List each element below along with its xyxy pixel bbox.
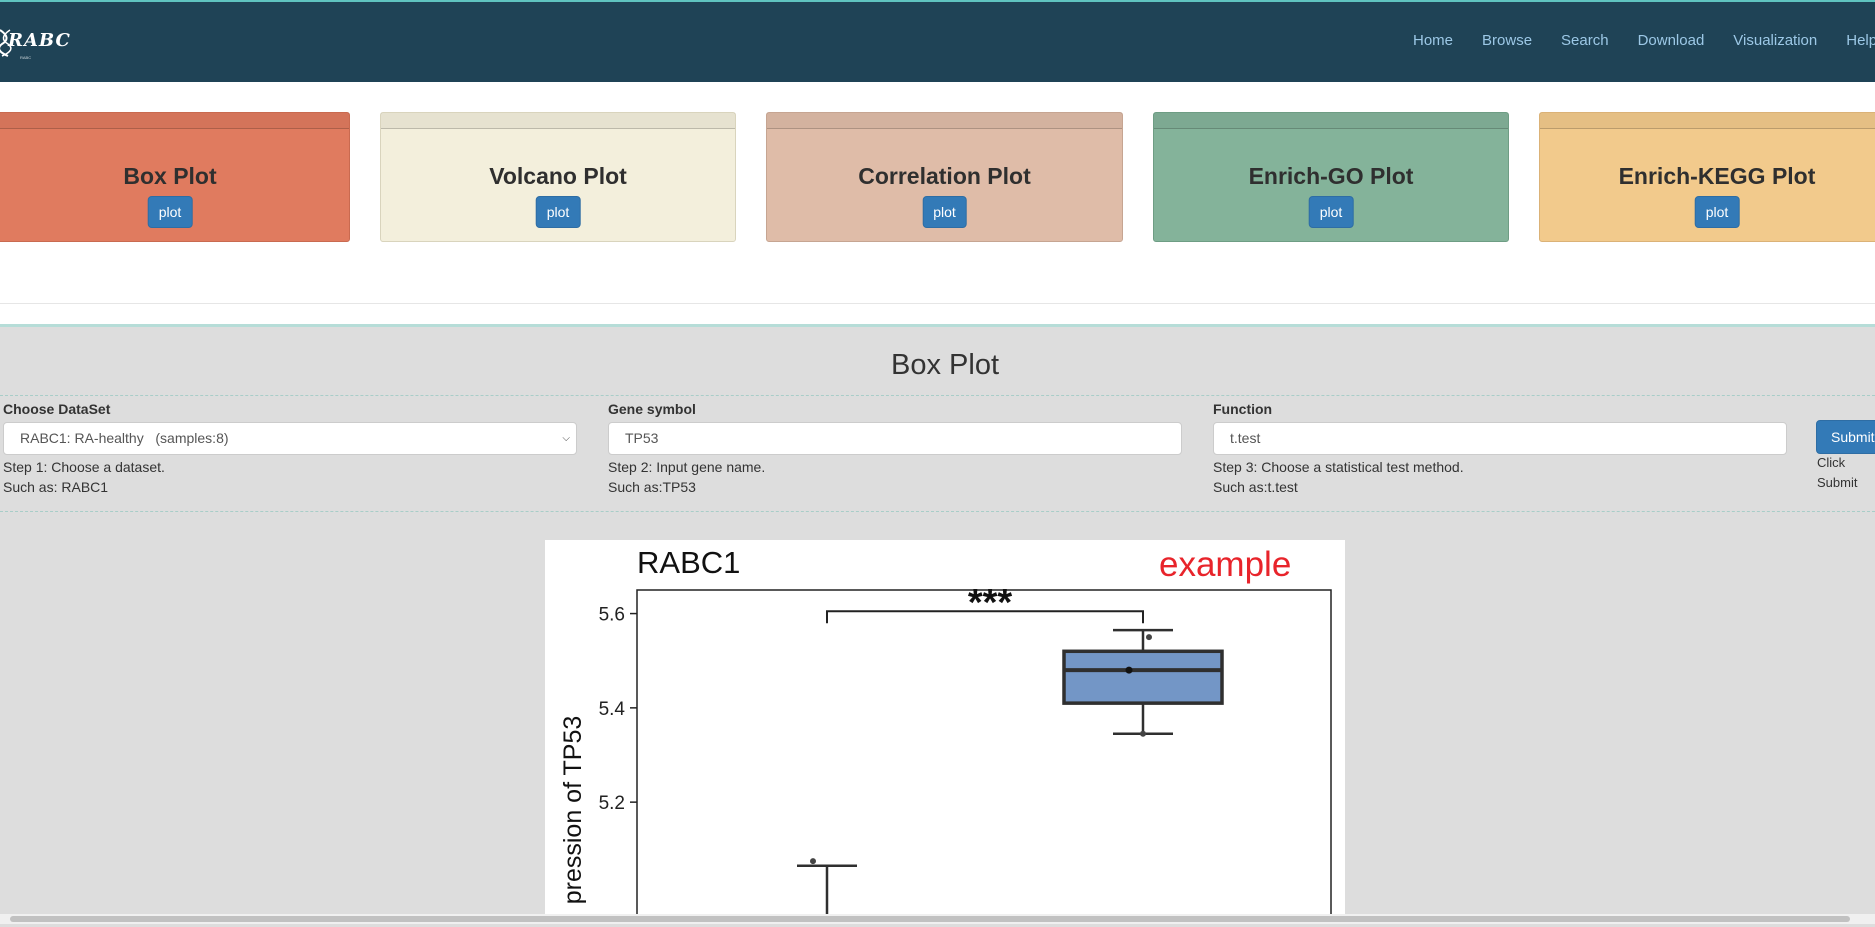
function-help-example: Such as:t.test [1213,479,1298,495]
dataset-value: RABC1: RA-healthy (samples:8) [20,430,229,446]
dashed-divider [0,395,1875,396]
card-enrich-kegg-plot: Enrich-KEGG Plot plot [1539,112,1875,242]
dataset-help-step: Step 1: Choose a dataset. [3,459,165,475]
plot-frame [636,589,1332,916]
box-plot-chart: RABC1 example pression of TP53 5.2 5.4 5.6… [559,545,1332,916]
volcano-plot-button[interactable]: plot [535,196,581,228]
nav-download[interactable]: Download [1638,32,1705,49]
section-divider [0,303,1875,304]
dataset-select[interactable]: RABC1: RA-healthy (samples:8) ⌵ [3,422,577,455]
card-header [0,113,349,129]
nav-browse[interactable]: Browse [1482,32,1532,49]
enrich-kegg-plot-button[interactable]: plot [1694,196,1740,228]
card-header [767,113,1122,129]
nav-links: Home Browse Search Download Visualizatio… [1413,32,1875,49]
box-body [1062,649,1224,705]
dashed-divider [0,511,1875,512]
box-plot-figure: RABC1 example pression of TP53 5.2 5.4 5.6… [545,540,1345,916]
data-point [1140,730,1146,737]
dataset-help-example: Such as: RABC1 [3,479,109,495]
submit-button[interactable]: Submit [1816,420,1875,454]
card-title: Correlation Plot [858,163,1031,189]
dataset-help: Step 1: Choose a dataset. Such as: RABC1 [3,457,165,497]
function-help-step: Step 3: Choose a statistical test method… [1213,459,1464,475]
data-point [1146,634,1152,641]
card-enrich-go-plot: Enrich-GO Plot plot [1153,112,1509,242]
nav-home[interactable]: Home [1413,32,1453,49]
enrich-go-plot-button[interactable]: plot [1308,196,1354,228]
gene-label: Gene symbol [608,401,696,417]
gene-value: TP53 [625,430,659,446]
chevron-down-icon: ⌵ [562,433,570,444]
significance-label: *** [968,582,1013,624]
nav-visualization[interactable]: Visualization [1733,32,1817,49]
card-header [381,113,735,129]
card-header [1540,113,1875,129]
mean-point [1125,666,1133,674]
function-label: Function [1213,401,1273,417]
navbar: RABC RABC Home Browse Search Download Vi… [0,2,1875,82]
gene-help-step: Step 2: Input gene name. [608,459,766,475]
function-help: Step 3: Choose a statistical test method… [1213,457,1464,497]
data-point [810,858,816,865]
chart-title: RABC1 [637,545,740,580]
submit-help-line1: Click [1817,455,1846,470]
panel-title: Box Plot [891,349,999,381]
card-title: Enrich-GO Plot [1248,163,1414,189]
logo-text: RABC [8,30,71,51]
nav-search[interactable]: Search [1561,32,1609,49]
card-title: Box Plot [123,163,217,189]
y-tick-label: 5.4 [599,699,626,720]
y-axis-label: pression of TP53 [559,716,587,905]
scrollbar-thumb[interactable] [10,916,1850,922]
chart-watermark: example [1159,545,1291,584]
gene-help: Step 2: Input gene name. Such as:TP53 [608,457,765,497]
dataset-label: Choose DataSet [3,401,111,417]
y-tick-label: 5.2 [599,793,625,814]
submit-help: Click Submit [1817,453,1857,493]
y-tick-label: 5.6 [599,605,625,626]
gene-help-example: Such as:TP53 [608,479,696,495]
card-title: Enrich-KEGG Plot [1618,163,1816,189]
card-correlation-plot: Correlation Plot plot [766,112,1123,242]
correlation-plot-button[interactable]: plot [922,196,967,228]
box-plot-button[interactable]: plot [147,196,193,228]
card-header [1154,113,1508,129]
brand-logo[interactable]: RABC RABC [0,20,74,66]
card-box-plot: Box Plot plot [0,112,350,242]
submit-help-line2: Submit [1817,475,1858,490]
card-title: Volcano Plot [489,163,627,189]
gene-input[interactable]: TP53 [608,422,1182,455]
function-input[interactable]: t.test [1213,422,1787,455]
card-volcano-plot: Volcano Plot plot [380,112,736,242]
horizontal-scrollbar[interactable] [0,914,1875,924]
function-value: t.test [1230,430,1261,446]
nav-help[interactable]: Help [1846,32,1875,49]
logo-subtitle: RABC [20,55,32,60]
